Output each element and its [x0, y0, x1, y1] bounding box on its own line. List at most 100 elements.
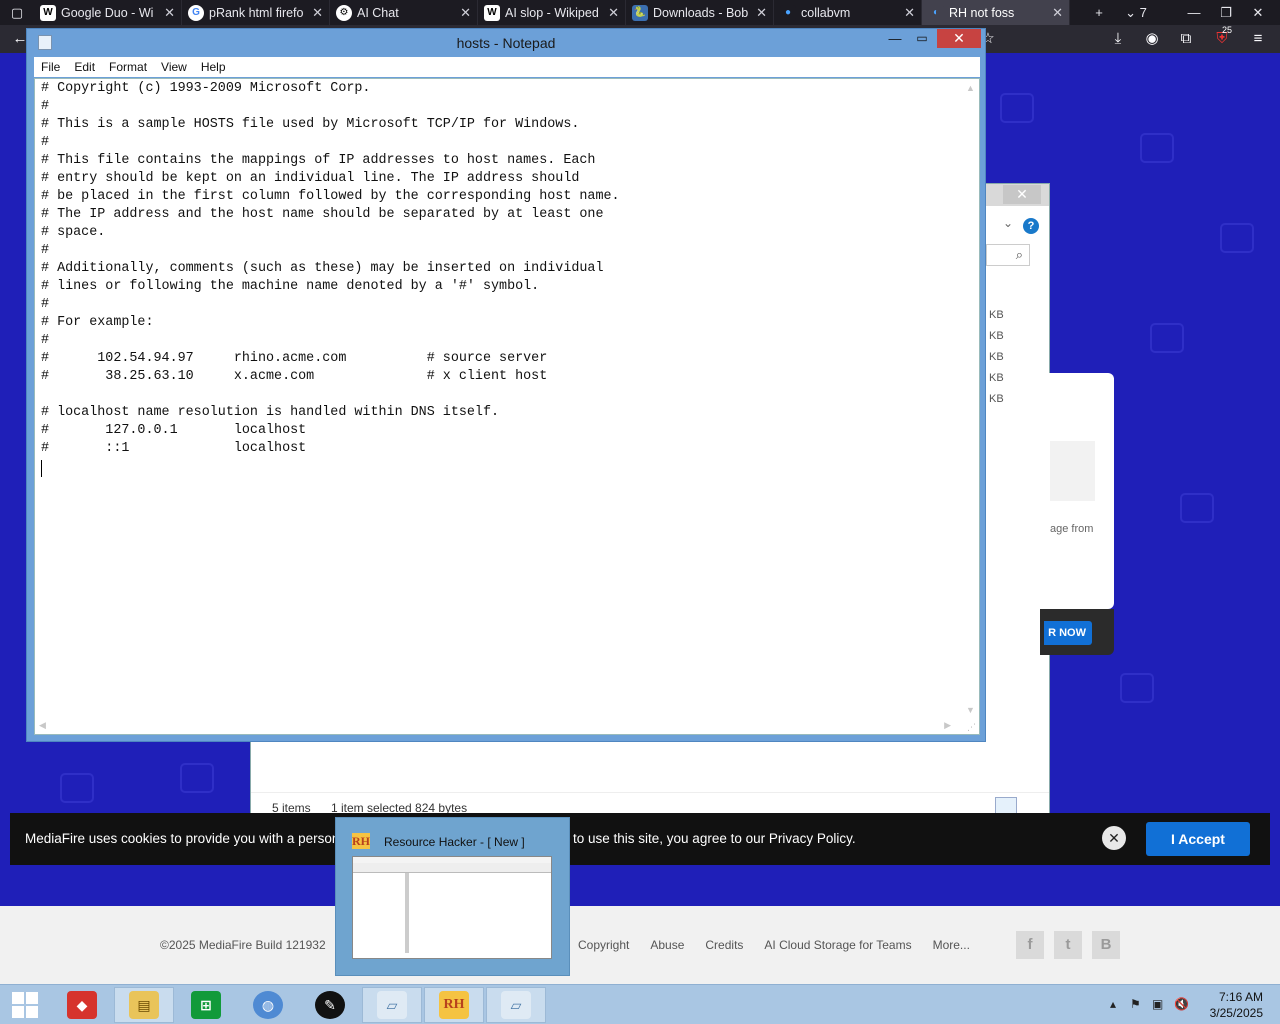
tab-title: Downloads - Bob [653, 5, 749, 20]
taskbar-app[interactable]: ✎ [300, 987, 360, 1023]
menu-file[interactable]: File [34, 57, 67, 77]
close-icon[interactable]: ✕ [937, 29, 981, 48]
scroll-up-icon[interactable]: ▲ [966, 83, 975, 93]
scroll-down-icon[interactable]: ▼ [966, 705, 975, 715]
menu-icon[interactable]: ≡ [1248, 29, 1268, 49]
vertical-scrollbar[interactable]: ▲ ▼ [963, 79, 979, 719]
blog-icon[interactable]: B [1092, 931, 1120, 959]
file-size: KB [989, 351, 1004, 363]
start-button[interactable] [0, 987, 50, 1023]
notepad-title-bar[interactable]: hosts - Notepad — ▭ ✕ [27, 29, 985, 57]
new-tab-button[interactable]: + [1082, 0, 1116, 25]
footer-links: Copyright Abuse Credits AI Cloud Storage… [578, 938, 970, 952]
footer-link-teams[interactable]: AI Cloud Storage for Teams [764, 938, 911, 952]
browser-tab[interactable]: G pRank html firefo ✕ [182, 0, 330, 25]
file-size: KB [989, 330, 1004, 342]
tab-title: RH not foss [949, 5, 1015, 20]
close-tab-icon[interactable]: ✕ [756, 5, 767, 21]
browser-tab-active[interactable]: ◐ RH not foss ✕ [922, 0, 1070, 25]
cookie-close-icon[interactable]: ✕ [1102, 826, 1126, 850]
footer-link-copyright[interactable]: Copyright [578, 938, 629, 952]
taskbar-app-browser[interactable]: ◍ [238, 987, 298, 1023]
clock-time[interactable]: 7:16 AM [1219, 990, 1263, 1004]
extensions-icon[interactable]: ⧉ [1176, 29, 1196, 49]
file-size: KB [989, 309, 1004, 321]
restore-icon[interactable]: ❐ [1210, 5, 1242, 21]
cookie-banner: MediaFire uses cookies to provide you wi… [10, 813, 1270, 865]
feather-icon: ✎ [315, 991, 345, 1019]
twitter-icon[interactable]: t [1054, 931, 1082, 959]
openai-icon: ⚙ [336, 4, 352, 21]
taskbar-app-notepad[interactable]: ▱ [486, 987, 546, 1023]
clock-date[interactable]: 3/25/2025 [1210, 1006, 1263, 1020]
preview-thumbnail[interactable] [352, 856, 552, 959]
network-icon[interactable]: ▣ [1152, 997, 1163, 1011]
taskbar-app[interactable]: ◆ [52, 987, 112, 1023]
taskbar-app-explorer[interactable]: ▤ [114, 987, 174, 1023]
folder-deco-icon [1120, 673, 1154, 703]
notepad-title: hosts - Notepad [456, 35, 556, 51]
download-card: age from [1040, 373, 1114, 609]
tab-title: pRank html firefo [209, 5, 304, 20]
horizontal-scrollbar[interactable]: ◀ ▶ [35, 718, 965, 734]
browser-tab[interactable]: ⚙ AI Chat ✕ [330, 0, 478, 25]
maximize-icon[interactable]: ▭ [911, 31, 933, 49]
minimize-icon[interactable]: — [885, 31, 905, 49]
scroll-right-icon[interactable]: ▶ [944, 720, 951, 731]
menu-help[interactable]: Help [194, 57, 233, 77]
folder-deco-icon [1220, 223, 1254, 253]
chevron-up-icon[interactable]: ▴ [1110, 997, 1116, 1011]
preview-title: Resource Hacker - [ New ] [384, 835, 525, 849]
notepad-text-area[interactable]: # Copyright (c) 1993-2009 Microsoft Corp… [34, 78, 980, 735]
volume-muted-icon[interactable]: 🔇 [1174, 997, 1189, 1011]
folder-deco-icon [1150, 323, 1184, 353]
browser-tab[interactable]: W AI slop - Wikiped ✕ [478, 0, 626, 25]
facebook-icon[interactable]: f [1016, 931, 1044, 959]
tab-count: 7 [1139, 5, 1147, 20]
download-icon[interactable]: ⤓ [1108, 29, 1128, 49]
resource-hacker-icon: RH [352, 833, 370, 849]
taskbar-app-store[interactable]: ⊞ [176, 987, 236, 1023]
explorer-search-box[interactable]: ⌕ [986, 244, 1030, 266]
footer-link-more[interactable]: More... [933, 938, 970, 952]
tab-list-button[interactable]: ⌄ 7 [1116, 0, 1156, 25]
browser-tab[interactable]: ● collabvm ✕ [774, 0, 922, 25]
taskbar-app-resource-hacker[interactable]: RH [424, 987, 484, 1023]
hosts-file-content[interactable]: # Copyright (c) 1993-2009 Microsoft Corp… [41, 80, 620, 458]
close-tab-icon[interactable]: ✕ [460, 5, 471, 21]
help-icon[interactable]: ? [1023, 218, 1039, 234]
explorer-close-icon[interactable]: ✕ [1003, 185, 1041, 204]
resize-grip-icon[interactable]: ⋰ [967, 722, 977, 732]
browser-tab-bar: ▢ W Google Duo - Wi ✕ G pRank html firef… [0, 0, 1280, 25]
tab-overview-icon[interactable]: ▢ [0, 0, 34, 25]
menu-edit[interactable]: Edit [67, 57, 102, 77]
browser-tab[interactable]: W Google Duo - Wi ✕ [34, 0, 182, 25]
browser-tab[interactable]: 🐍 Downloads - Bob ✕ [626, 0, 774, 25]
tab-title: collabvm [801, 5, 851, 20]
red-app-icon: ◆ [67, 991, 97, 1019]
menu-view[interactable]: View [154, 57, 194, 77]
chevron-down-icon[interactable]: ⌄ [1003, 216, 1013, 230]
google-icon: G [188, 4, 204, 21]
download-now-button[interactable]: R NOW [1044, 621, 1092, 645]
close-tab-icon[interactable]: ✕ [608, 5, 619, 21]
text-caret [41, 460, 42, 477]
taskbar-app-notepad[interactable]: ▱ [362, 987, 422, 1023]
footer-link-credits[interactable]: Credits [705, 938, 743, 952]
close-tab-icon[interactable]: ✕ [164, 5, 175, 21]
scroll-left-icon[interactable]: ◀ [39, 720, 46, 731]
footer-link-abuse[interactable]: Abuse [650, 938, 684, 952]
close-window-icon[interactable]: ✕ [1242, 5, 1274, 21]
taskbar-thumbnail-preview[interactable]: RH Resource Hacker - [ New ] [335, 817, 570, 976]
account-icon[interactable]: ◉ [1142, 29, 1162, 49]
thumb-splitter [405, 873, 409, 953]
close-tab-icon[interactable]: ✕ [904, 5, 915, 21]
close-tab-icon[interactable]: ✕ [312, 5, 323, 21]
cookie-accept-button[interactable]: I Accept [1146, 822, 1250, 856]
flag-icon[interactable]: ⚑ [1130, 997, 1141, 1011]
store-icon: ⊞ [191, 991, 221, 1019]
close-tab-icon[interactable]: ✕ [1052, 5, 1063, 21]
windows-logo-icon [12, 992, 38, 1018]
menu-format[interactable]: Format [102, 57, 154, 77]
minimize-icon[interactable]: — [1178, 5, 1210, 20]
